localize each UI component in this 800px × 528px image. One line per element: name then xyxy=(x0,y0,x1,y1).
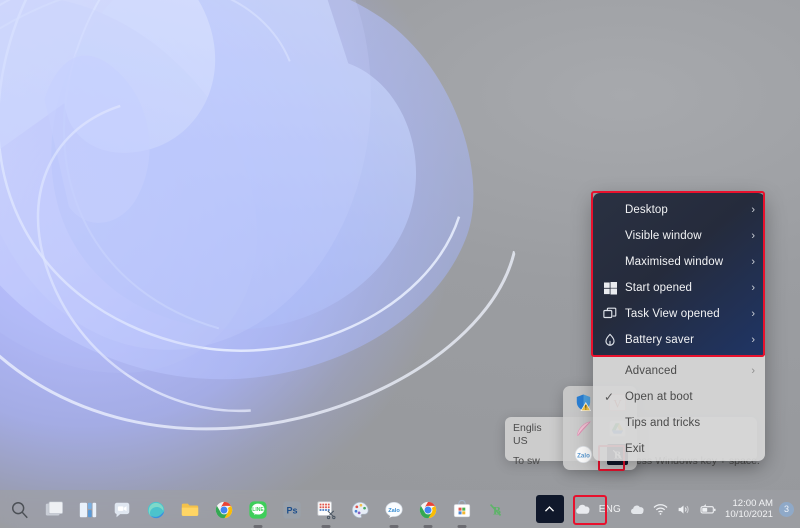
running-indicator xyxy=(457,525,467,528)
security-shield-warning-icon[interactable] xyxy=(574,393,593,412)
tray-clock-date: 10/10/2021 xyxy=(724,509,773,520)
svg-text:Ps: Ps xyxy=(286,506,297,516)
task-view-icon xyxy=(601,305,619,323)
taskbar[interactable]: LINE Ps Zalo ENG 12:00 AM 10/10/2021 3 xyxy=(0,490,800,528)
chevron-right-icon: › xyxy=(751,229,755,242)
snipping-tool-icon xyxy=(316,500,337,521)
tray-language-label: ENG xyxy=(598,503,621,515)
tray-onedrive-secondary[interactable] xyxy=(625,495,649,523)
svg-text:Zalo: Zalo xyxy=(577,452,590,459)
microsoft-edge-icon xyxy=(146,500,167,521)
menu-item-tips-and-tricks[interactable]: Tips and tricks xyxy=(593,410,765,436)
taskbar-translucenttb-button[interactable]: B xyxy=(480,495,512,527)
photoshop-icon: Ps xyxy=(282,500,303,521)
google-chrome-icon xyxy=(214,500,235,521)
taskbar-file-explorer-button[interactable] xyxy=(174,495,206,527)
taskbar-widgets-button[interactable] xyxy=(72,495,104,527)
onedrive-icon xyxy=(575,504,590,514)
onedrive-icon-2 xyxy=(631,505,644,514)
running-indicator xyxy=(321,525,331,528)
search-icon xyxy=(10,500,31,521)
wifi-icon xyxy=(653,503,668,515)
menu-item-open-at-boot[interactable]: ✓ Open at boot xyxy=(593,384,765,410)
menu-item-task-view-opened[interactable]: Task View opened › xyxy=(593,301,765,327)
taskbar-line-app-button[interactable]: LINE xyxy=(242,495,274,528)
menu-item-exit-label: Exit xyxy=(625,443,645,455)
chevron-right-icon: › xyxy=(751,333,755,346)
menu-item-exit[interactable]: Exit xyxy=(593,436,765,462)
menu-item-maximised-window-label: Maximised window xyxy=(625,256,724,268)
menu-item-desktop-label: Desktop xyxy=(625,204,668,216)
file-explorer-icon xyxy=(180,500,201,521)
line-app-icon: LINE xyxy=(248,500,269,521)
zalo-icon: Zalo xyxy=(384,500,405,521)
taskbar-photoshop-button[interactable]: Ps xyxy=(276,495,308,527)
taskbar-search-button[interactable] xyxy=(4,495,36,527)
chevron-right-icon: › xyxy=(751,281,755,294)
running-indicator xyxy=(253,525,263,528)
notification-badge[interactable]: 3 xyxy=(779,501,794,517)
tray-wifi-button[interactable] xyxy=(649,495,672,523)
menu-item-visible-window-label: Visible window xyxy=(625,230,702,242)
svg-text:Zalo: Zalo xyxy=(388,508,400,514)
tray-language-indicator[interactable]: ENG xyxy=(595,495,625,523)
taskbar-chat-button[interactable] xyxy=(106,495,138,527)
svg-text:LINE: LINE xyxy=(252,507,264,513)
menu-item-advanced-label: Advanced xyxy=(625,365,677,377)
menu-item-open-at-boot-label: Open at boot xyxy=(625,391,693,403)
menu-item-task-view-opened-label: Task View opened xyxy=(625,308,720,320)
tray-onedrive-button[interactable] xyxy=(570,495,595,523)
google-chrome-icon-2 xyxy=(418,500,439,521)
menu-item-start-opened-label: Start opened xyxy=(625,282,693,294)
taskbar-google-chrome-button[interactable] xyxy=(208,495,240,527)
menu-item-tips-and-tricks-label: Tips and tricks xyxy=(625,417,701,429)
tray-clock[interactable]: 12:00 AM 10/10/2021 xyxy=(721,498,779,521)
taskbar-paint-button[interactable] xyxy=(344,495,376,527)
widgets-icon xyxy=(78,500,99,521)
microsoft-store-icon xyxy=(452,499,473,521)
system-tray: ENG 12:00 AM 10/10/2021 3 xyxy=(535,490,794,528)
tray-volume-button[interactable] xyxy=(672,495,695,523)
menu-item-advanced[interactable]: Advanced › xyxy=(593,358,765,384)
task-view-icon xyxy=(44,500,65,521)
checkmark-icon: ✓ xyxy=(604,390,615,404)
chevron-up-icon xyxy=(545,505,555,512)
paint-icon xyxy=(350,500,371,521)
tray-overflow-chevron-button[interactable] xyxy=(535,495,564,523)
taskbar-app-list: LINE Ps Zalo xyxy=(4,490,512,528)
pink-feather-icon[interactable] xyxy=(574,419,593,438)
taskbar-task-view-button[interactable] xyxy=(38,495,70,527)
battery-saver-icon xyxy=(601,331,619,349)
windows-icon xyxy=(601,279,619,297)
chat-teams-icon xyxy=(112,500,133,521)
menu-item-battery-saver-label: Battery saver xyxy=(625,334,695,346)
taskbar-snipping-tool-button[interactable] xyxy=(310,495,342,528)
zalo-icon[interactable]: Zalo xyxy=(574,445,593,464)
chevron-right-icon: › xyxy=(751,307,755,320)
tray-battery-button[interactable] xyxy=(695,495,721,523)
language-tooltip-line3: To sw xyxy=(513,455,540,467)
chevron-right-icon: › xyxy=(751,255,755,268)
translucenttb-icon: B xyxy=(486,500,507,521)
menu-item-visible-window[interactable]: Visible window › xyxy=(593,223,765,249)
tray-clock-time: 12:00 AM xyxy=(732,497,773,509)
running-indicator xyxy=(423,525,433,528)
taskbar-google-chrome-2-button[interactable] xyxy=(412,495,444,528)
taskbar-microsoft-store-button[interactable] xyxy=(446,495,478,528)
menu-item-desktop[interactable]: Desktop › xyxy=(593,197,765,223)
battery-icon xyxy=(700,503,716,513)
menu-item-maximised-window[interactable]: Maximised window › xyxy=(593,249,765,275)
menu-item-start-opened[interactable]: Start opened › xyxy=(593,275,765,301)
taskbar-zalo-button[interactable]: Zalo xyxy=(378,495,410,528)
menu-item-battery-saver[interactable]: Battery saver › xyxy=(593,327,765,353)
chevron-right-icon: › xyxy=(751,364,755,377)
volume-icon xyxy=(678,504,689,514)
taskbar-microsoft-edge-button[interactable] xyxy=(140,495,172,527)
running-indicator xyxy=(389,525,399,528)
translucenttb-context-menu[interactable]: Desktop › Visible window › Maximised win… xyxy=(593,193,765,461)
chevron-right-icon: › xyxy=(751,203,755,216)
